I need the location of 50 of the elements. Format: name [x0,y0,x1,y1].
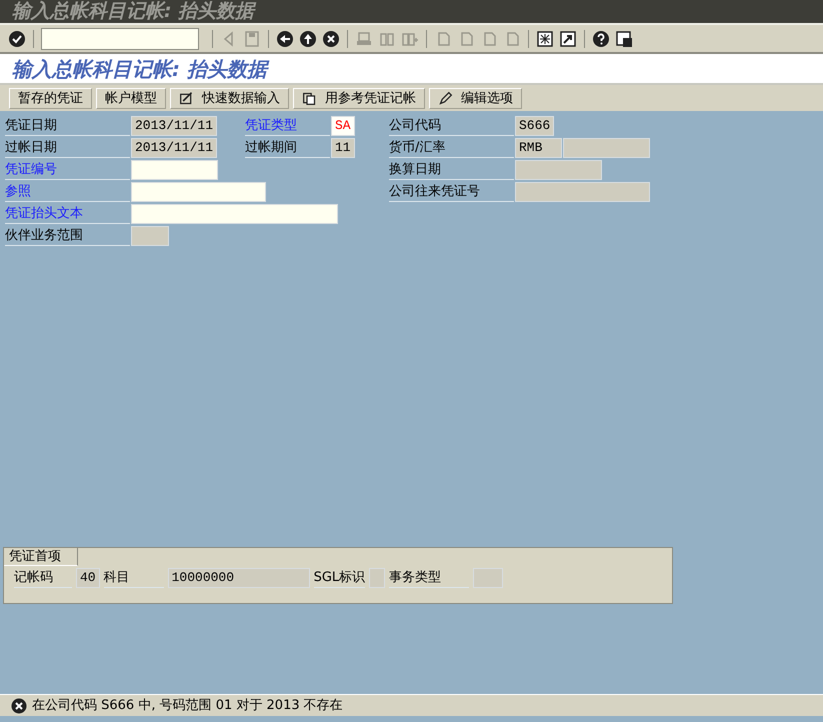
status-message: 在公司代码 S666 中, 号码范围 01 对于 2013 不存在 [32,696,343,715]
field-label: 公司往来凭证号 [389,182,514,202]
display-field: RMB [515,138,562,158]
field-label: 参照 [5,182,130,202]
help-icon[interactable] [592,30,610,48]
toolbar-button[interactable]: 暂存的凭证 [9,88,92,108]
display-field [369,568,386,588]
toolbar-button[interactable]: 帐户模型 [96,88,166,108]
field-label: SGL标识 [314,568,366,588]
input-field[interactable] [131,182,266,202]
new-session-icon[interactable] [536,30,554,48]
display-field [131,226,169,246]
field-label: 货币/汇率 [389,138,514,158]
field-label: 凭证抬头文本 [5,204,130,224]
field-label: 伙伴业务范围 [5,226,130,246]
field-label: 记帐码 [14,568,72,588]
display-field [473,568,504,588]
toolbar-button[interactable]: 编辑选项 [429,88,522,108]
field-label: 过帐期间 [245,138,330,158]
field-label: 过帐日期 [5,138,130,158]
field-label: 凭证类型 [245,116,330,136]
display-field: 11 [331,138,355,158]
window-title: 输入总帐科目记帐: 抬头数据 [12,0,254,22]
layout-menu-icon[interactable] [615,30,633,48]
print-icon[interactable] [355,30,373,48]
field-label: 凭证编号 [5,160,130,180]
field-label: 公司代码 [389,116,514,136]
shortcut-icon[interactable] [559,30,577,48]
group-title: 凭证首项 [4,548,78,566]
cancel-x-icon[interactable] [322,30,340,48]
input-field[interactable] [131,160,218,180]
field-label: 凭证日期 [5,116,130,136]
display-field: 2013/11/11 [131,138,218,158]
pencil-icon [438,90,453,106]
enter-check-icon[interactable] [8,30,26,48]
display-field: 40 [76,568,100,588]
command-field[interactable] [41,28,199,50]
screen-title: 输入总帐科目记帐: 抬头数据 [12,57,267,81]
copy-pages-icon [302,90,317,106]
toolbar-button[interactable]: 用参考凭证记帐 [293,88,425,108]
field-label: 事务类型 [389,568,470,588]
display-field: S666 [515,116,554,136]
display-field: 2013/11/11 [131,116,218,136]
input-field[interactable]: SA [331,116,355,136]
fast-entry-icon [179,90,194,106]
field-label: 换算日期 [389,160,514,180]
input-field[interactable] [131,204,338,224]
toolbar-button[interactable]: 快速数据输入 [170,88,289,108]
field-label: 科目 [104,568,164,588]
display-field: 10000000 [168,568,310,588]
